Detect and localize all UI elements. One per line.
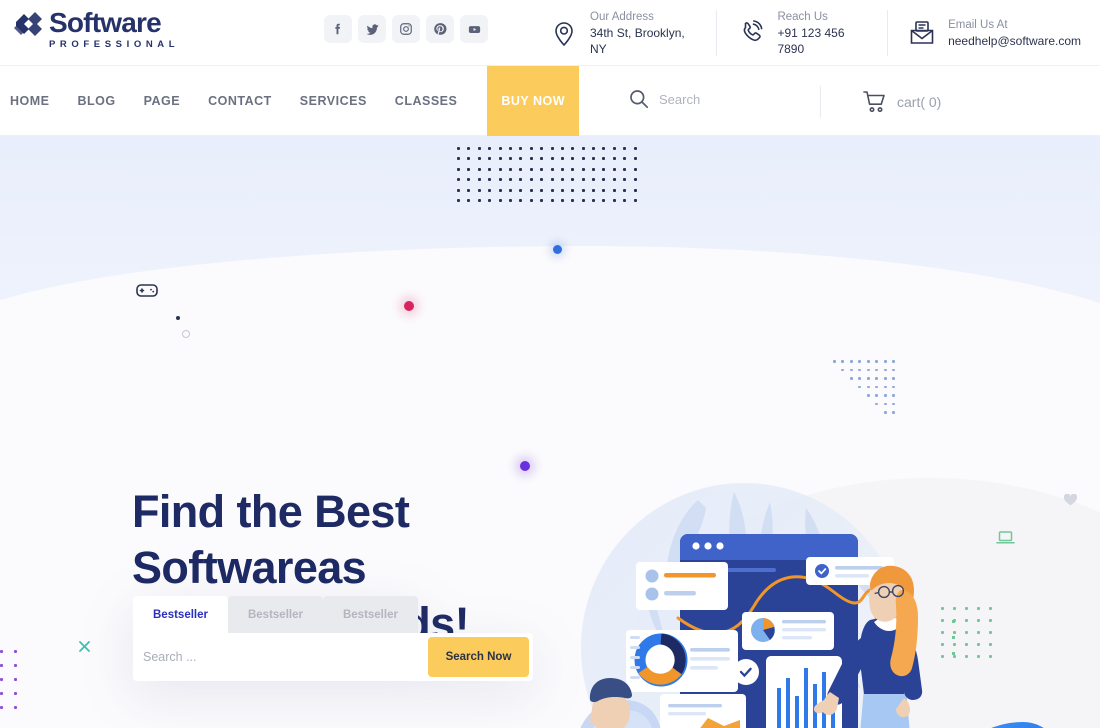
dot-grid-blue-right — [833, 360, 901, 420]
nav-item-page[interactable]: PAGE — [130, 66, 195, 136]
pinterest-icon[interactable] — [426, 15, 454, 43]
location-pin-icon — [549, 18, 579, 48]
contact-label: Our Address — [590, 10, 654, 23]
laptop-icon — [996, 530, 1015, 551]
dot-grid-navy-top — [457, 147, 644, 209]
search-icon — [628, 88, 650, 110]
contact-label: Reach Us — [777, 10, 828, 23]
data-analytics-team-illustration — [548, 472, 968, 728]
main-navigation-bar: HOME BLOG PAGE CONTACT SERVICES CLASSES … — [0, 66, 1100, 181]
interlocking-chevrons-logo-icon — [12, 10, 46, 44]
contact-item-phone[interactable]: Reach Us +91 123 456 7890 — [716, 10, 887, 56]
tab-bestseller-2[interactable]: Bestseller — [227, 596, 323, 633]
nav-item-services[interactable]: SERVICES — [286, 66, 381, 136]
hero-search-row: Search Now — [133, 633, 533, 681]
nav-search — [628, 88, 809, 110]
contact-item-email[interactable]: Email Us At needhelp@software.com — [887, 10, 1100, 56]
phone-ringing-icon — [736, 18, 766, 48]
contact-label: Email Us At — [948, 18, 1008, 31]
decor-ring-small — [182, 330, 190, 338]
decor-dot-crimson — [404, 301, 414, 311]
decor-dot-purple — [520, 461, 530, 471]
nav-links: HOME BLOG PAGE CONTACT SERVICES CLASSES … — [0, 66, 580, 136]
brand-tagline: PROFESSIONAL — [49, 39, 180, 50]
social-links — [324, 15, 488, 43]
decor-dot-navy-small — [176, 316, 180, 320]
cart-label: cart( 0) — [897, 94, 942, 110]
brand-logo[interactable]: Software PROFESSIONAL — [12, 8, 179, 51]
hero-search-tabs: Bestseller Bestseller Bestseller — [133, 596, 533, 633]
contact-value: +91 123 456 7890 — [777, 25, 845, 56]
shopping-cart-icon — [862, 90, 888, 114]
heart-icon-right — [1063, 493, 1078, 511]
decor-dot-blue — [553, 245, 562, 254]
tab-bestseller-3[interactable]: Bestseller — [322, 596, 418, 633]
instagram-icon[interactable] — [392, 15, 420, 43]
contact-info-group: Our Address 34th St, Brooklyn, NY Reach … — [530, 10, 1100, 56]
twitter-icon[interactable] — [358, 15, 386, 43]
landing-page: Software PROFESSIONAL Our Address 34th S… — [0, 0, 1100, 728]
top-utility-bar: Software PROFESSIONAL Our Address 34th S… — [0, 0, 1100, 66]
tab-bestseller-1[interactable]: Bestseller — [133, 596, 228, 633]
hero-search-input[interactable] — [143, 650, 428, 664]
search-input[interactable] — [659, 91, 809, 107]
contact-value: needhelp@software.com — [948, 33, 1081, 48]
nav-divider — [820, 86, 821, 118]
hero-title-line-1: Find the Best Softwareas — [132, 486, 410, 593]
youtube-icon[interactable] — [460, 15, 488, 43]
facebook-icon[interactable] — [324, 15, 352, 43]
nav-item-blog[interactable]: BLOG — [64, 66, 130, 136]
nav-item-classes[interactable]: CLASSES — [381, 66, 472, 136]
search-now-button[interactable]: Search Now — [428, 637, 529, 677]
buy-now-button[interactable]: BUY NOW — [487, 66, 580, 136]
nav-item-contact[interactable]: CONTACT — [194, 66, 286, 136]
cart-button[interactable]: cart( 0) — [862, 90, 941, 114]
hero-search-widget: Bestseller Bestseller Bestseller Search … — [133, 596, 533, 681]
contact-value: 34th St, Brooklyn, NY — [590, 25, 685, 56]
envelope-icon — [907, 18, 937, 48]
brand-name: Software — [49, 7, 162, 38]
contact-item-address[interactable]: Our Address 34th St, Brooklyn, NY — [530, 10, 716, 56]
close-x-icon — [78, 640, 91, 658]
nav-item-home[interactable]: HOME — [0, 66, 64, 136]
hero-section: Find the Best Softwareas Per Your Needs!… — [0, 136, 1100, 728]
dot-grid-purple-bottom-left — [0, 650, 28, 720]
gamepad-icon — [136, 282, 158, 303]
